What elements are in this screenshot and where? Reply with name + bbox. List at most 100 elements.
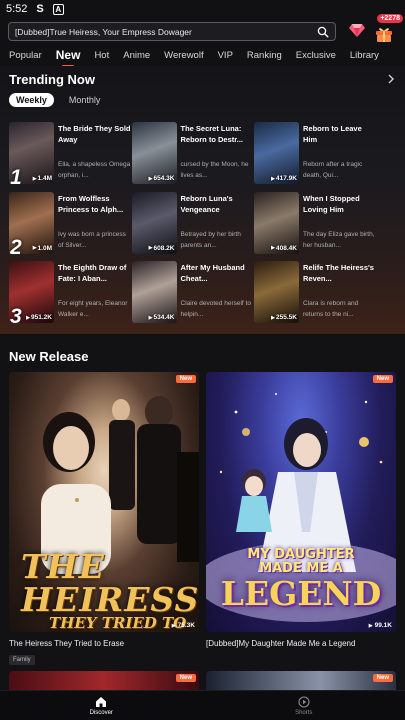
next-row-preview: New New [0,671,405,691]
period-tab-monthly[interactable]: Monthly [62,93,108,107]
trending-cover[interactable]: 2 1.0M [9,191,54,254]
trending-cover[interactable]: 654.3K [131,122,177,184]
new-release-cover[interactable]: New THE HEIRESS THEY TRIED TO ERASE 75.3… [9,372,199,632]
new-badge: New [175,674,196,682]
rank-number: 1 [10,166,22,184]
trending-card-description: The day Eliza gave birth, her husban... [303,230,375,249]
tab-werewolf[interactable]: Werewolf [164,50,203,61]
play-count: 1.4M [33,175,52,182]
period-tab-weekly[interactable]: Weekly [9,93,54,107]
view-count: 99.1K [369,622,392,629]
trending-card-title[interactable]: From Wolfless Princess to Alph... [58,193,132,215]
notification-s-icon: S [36,3,44,15]
trending-cover[interactable]: 408.4K [254,191,299,254]
view-count: 75.3K [172,622,195,629]
trending-cover[interactable]: 534.4K [131,261,177,323]
tab-exclusive[interactable]: Exclusive [296,50,336,61]
trending-card[interactable]: 534.4K After My Husband Cheat... Claire de… [131,261,255,323]
trending-cover[interactable]: 608.2K [131,191,177,254]
header: [Dubbed]True Heiress, Your Empress Dowag… [0,14,405,46]
rank-number: 3 [10,305,22,323]
chevron-right-icon[interactable] [387,74,395,84]
trending-card-description: For eight years, Eleanor Walker e... [58,300,128,318]
tab-anime[interactable]: Anime [123,50,150,61]
new-release-card[interactable]: New THE HEIRESS THEY TRIED TO ERASE 75.3… [9,372,199,666]
search-icon[interactable] [317,26,329,38]
cover-title: MY DAUGHTER MADE ME A LEGEND [220,547,382,613]
nav-shorts[interactable]: Shorts [203,691,405,720]
nav-shorts-label: Shorts [295,709,313,716]
trending-cover[interactable]: 255.5K [254,261,299,323]
play-count: 1.0M [33,245,52,252]
trending-card-title[interactable]: Relife The Heiress's Reven... [303,262,377,284]
new-badge: New [372,674,393,682]
trending-card-title[interactable]: When I Stopped Loving Him [303,193,377,215]
search-text: [Dubbed]True Heiress, Your Empress Dowag… [15,26,192,37]
period-tabs: Weekly Monthly [9,93,107,107]
trending-card[interactable]: 654.3K The Secret Luna: Reborn to Destr..… [131,122,255,184]
trending-card-title[interactable]: The Eighth Draw of Fate: I Aban... [58,262,132,284]
play-count: 255.5K [271,314,297,321]
trending-card-title[interactable]: Reborn Luna's Vengeance [181,193,255,215]
trending-card[interactable]: 2 1.0M From Wolfless Princess to Alph... Iv… [9,191,132,254]
tab-new[interactable]: New [56,48,81,62]
play-count: 417.9K [271,175,297,182]
gift-badge: +2278 [377,14,403,23]
tab-ranking[interactable]: Ranking [247,50,282,61]
tab-hot[interactable]: Hot [94,50,109,61]
trending-card-description: Reborn after a tragic death, Qui... [303,161,363,179]
trending-card[interactable]: 408.4K When I Stopped Loving Him The day E… [254,191,377,254]
tab-vip[interactable]: VIP [218,50,233,61]
tab-popular[interactable]: Popular [9,50,42,61]
next-cover-preview[interactable]: New [9,671,199,691]
trending-card[interactable]: 608.2K Reborn Luna's Vengeance Betrayed by… [131,191,255,254]
new-release-card-title[interactable]: [Dubbed]My Daughter Made Me a Legend [206,639,396,648]
genre-tag[interactable]: Family [9,655,35,665]
search-input[interactable]: [Dubbed]True Heiress, Your Empress Dowag… [8,22,336,41]
trending-card-description: Clara is reborn and returns to the ni... [303,300,359,318]
trending-card[interactable]: 3 951.2K The Eighth Draw of Fate: I Aban..… [9,261,129,323]
status-bar: 5:52 S A [0,0,405,18]
play-count: 534.4K [149,314,175,321]
trending-card-description: Claire devoted herself to helpin... [180,300,251,318]
gift-button[interactable]: +2278 [373,14,403,44]
status-time: 5:52 [6,3,28,15]
trending-cover[interactable]: 3 951.2K [9,261,54,323]
next-cover-preview[interactable]: New [206,671,396,691]
trending-card-title[interactable]: The Bride They Sold Away [58,123,132,145]
tab-library[interactable]: Library [350,50,379,61]
trending-card-description: Betrayed by her birth parents an... [180,230,241,249]
new-release-cover[interactable]: New MY DAUGHTER MADE ME A LEGEND 99.1K [206,372,396,632]
play-count: 654.3K [149,175,175,182]
new-release-card-title[interactable]: The Heiress They Tried to Erase [9,639,199,648]
bottom-navigation: Discover Shorts [0,690,405,720]
notification-a-icon: A [52,3,64,15]
trending-card-description: Ivy was born a princess of Silver... [58,230,126,249]
trending-card-title[interactable]: Reborn to Leave Him [303,123,377,145]
nav-discover-label: Discover [89,709,113,716]
new-release-title: New Release [9,349,89,364]
diamond-icon[interactable] [349,23,365,37]
rank-number: 2 [10,235,22,254]
new-badge: New [175,375,196,383]
play-count: 951.2K [26,314,52,321]
trending-card-description: cursed by the Moon, he lives as... [180,161,249,179]
play-circle-icon [298,695,310,708]
new-release-section: New Release New THE HEIRESS THEY TRIED T… [0,334,405,690]
new-release-card[interactable]: New MY DAUGHTER MADE ME A LEGEND 99.1K [… [206,372,396,648]
nav-discover[interactable]: Discover [0,691,203,720]
home-icon [96,696,107,707]
trending-card[interactable]: 417.9K Reborn to Leave Him Reborn after a … [254,122,374,184]
category-tabs: Popular New Hot Anime Werewolf VIP Ranking Excl… [0,44,405,66]
gift-icon [376,28,392,42]
new-badge: New [372,375,393,383]
trending-cover[interactable]: 1 1.4M [9,122,54,184]
trending-cover[interactable]: 417.9K [254,122,299,184]
trending-card-title[interactable]: The Secret Luna: Reborn to Destr... [181,123,255,145]
trending-card[interactable]: 1 1.4M The Bride They Sold Away Ella, a sha… [9,122,132,184]
trending-title: Trending Now [9,72,95,87]
trending-section: Trending Now Weekly Monthly 1 1.4M The Brid… [0,66,405,334]
trending-card-title[interactable]: After My Husband Cheat... [181,262,255,284]
trending-card[interactable]: 255.5K Relife The Heiress's Reven... Clara… [254,261,374,323]
trending-card-description: Ella, a shapeless Omega orphan, i... [58,161,131,179]
